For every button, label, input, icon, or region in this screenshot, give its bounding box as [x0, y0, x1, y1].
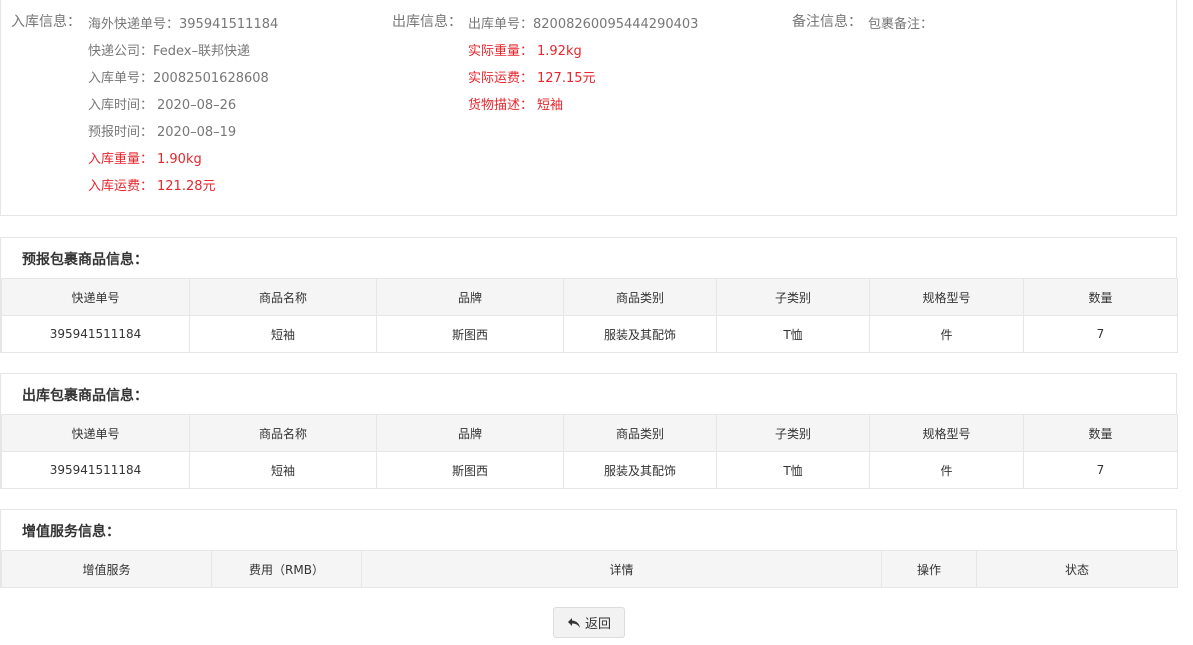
- table-cell: 短袖: [189, 451, 377, 489]
- column-header: 费用（RMB）: [211, 550, 362, 588]
- column-header: 数量: [1023, 414, 1178, 452]
- inbound-no-label: 入库单号：: [88, 71, 154, 86]
- inbound-time-label: 入库时间：: [88, 98, 154, 113]
- table-cell: 服装及其配饰: [563, 315, 717, 353]
- table-cell: 件: [869, 315, 1024, 353]
- actual-weight-value: 1.92kg: [537, 44, 582, 59]
- column-header: 商品类别: [563, 414, 717, 452]
- column-header: 增值服务: [1, 550, 212, 588]
- actual-weight-row: 实际重量： 1.92kg: [468, 40, 582, 59]
- forecast-goods-section: 预报包裹商品信息： 快递单号 商品名称 品牌 商品类别 子类别 规格型号 数量 …: [0, 237, 1178, 353]
- column-header: 数量: [1023, 278, 1178, 316]
- goods-desc-value: 短袖: [537, 98, 564, 113]
- overseas-tracking-value: 395941511184: [179, 17, 279, 32]
- value-added-title: 增值服务信息：: [22, 524, 120, 540]
- table-cell: 7: [1023, 315, 1178, 353]
- table-header-row: 快递单号 商品名称 品牌 商品类别 子类别 规格型号 数量: [1, 414, 1178, 452]
- table-cell: T恤: [716, 451, 870, 489]
- back-button[interactable]: 返回: [553, 607, 625, 638]
- value-added-section: 增值服务信息： 增值服务 费用（RMB） 详情 操作 状态: [0, 509, 1178, 588]
- column-header: 规格型号: [869, 278, 1024, 316]
- column-header: 快递单号: [1, 414, 190, 452]
- value-added-table: 增值服务 费用（RMB） 详情 操作 状态: [1, 550, 1178, 588]
- inbound-fee-label: 入库运费：: [88, 179, 154, 194]
- table-cell: 395941511184: [1, 451, 190, 489]
- column-header: 品牌: [376, 414, 564, 452]
- table-cell: 7: [1023, 451, 1178, 489]
- column-header: 子类别: [716, 278, 870, 316]
- inbound-info-title: 入库信息：: [11, 14, 81, 30]
- actual-weight-label: 实际重量：: [468, 44, 534, 59]
- table-header-row: 快递单号 商品名称 品牌 商品类别 子类别 规格型号 数量: [1, 278, 1178, 316]
- outbound-goods-title: 出库包裹商品信息：: [22, 388, 148, 404]
- inbound-fee-value: 121.28元: [157, 179, 216, 194]
- overseas-tracking-label: 海外快递单号：: [88, 17, 180, 32]
- package-remark-row: 包裹备注：: [868, 13, 933, 32]
- outbound-info-title: 出库信息：: [392, 14, 462, 30]
- column-header: 品牌: [376, 278, 564, 316]
- actual-fee-label: 实际运费：: [468, 71, 534, 86]
- forecast-time-value: 2020–08–19: [157, 125, 237, 140]
- outbound-goods-table: 快递单号 商品名称 品牌 商品类别 子类别 规格型号 数量 3959415111…: [1, 414, 1178, 489]
- forecast-time-row: 预报时间： 2020–08–19: [88, 121, 236, 140]
- reply-arrow-icon: [567, 617, 581, 629]
- inbound-no-value: 20082501628608: [153, 71, 269, 86]
- outbound-no-value: 82008260095444290403: [533, 17, 699, 32]
- inbound-time-value: 2020–08–26: [157, 98, 237, 113]
- inbound-time-row: 入库时间： 2020–08–26: [88, 94, 236, 113]
- table-cell: 斯图西: [376, 315, 564, 353]
- column-header: 详情: [361, 550, 882, 588]
- column-header: 子类别: [716, 414, 870, 452]
- back-button-label: 返回: [584, 617, 611, 632]
- package-info-panel: 入库信息： 海外快递单号：395941511184 快递公司：Fedex–联邦快…: [0, 0, 1177, 216]
- table-cell: 短袖: [189, 315, 377, 353]
- table-cell: 395941511184: [1, 315, 190, 353]
- column-header: 规格型号: [869, 414, 1024, 452]
- actual-fee-value: 127.15元: [537, 71, 596, 86]
- table-cell: 件: [869, 451, 1024, 489]
- page: 入库信息： 海外快递单号：395941511184 快递公司：Fedex–联邦快…: [0, 0, 1193, 645]
- package-remark-label: 包裹备注：: [868, 17, 934, 32]
- courier-row: 快递公司：Fedex–联邦快递: [88, 40, 250, 59]
- forecast-goods-table: 快递单号 商品名称 品牌 商品类别 子类别 规格型号 数量 3959415111…: [1, 278, 1178, 353]
- goods-desc-label: 货物描述：: [468, 98, 534, 113]
- inbound-no-row: 入库单号：20082501628608: [88, 67, 269, 86]
- inbound-weight-label: 入库重量：: [88, 152, 154, 167]
- forecast-time-label: 预报时间：: [88, 125, 154, 140]
- table-cell: 服装及其配饰: [563, 451, 717, 489]
- courier-value: Fedex–联邦快递: [153, 44, 250, 59]
- outbound-no-row: 出库单号：82008260095444290403: [468, 13, 698, 32]
- table-row: 395941511184 短袖 斯图西 服装及其配饰 T恤 件 7: [1, 315, 1178, 353]
- inbound-weight-row: 入库重量： 1.90kg: [88, 148, 202, 167]
- inbound-weight-value: 1.90kg: [157, 152, 202, 167]
- outbound-no-label: 出库单号：: [468, 17, 534, 32]
- remark-info-title: 备注信息：: [792, 14, 862, 30]
- column-header: 快递单号: [1, 278, 190, 316]
- actual-fee-row: 实际运费： 127.15元: [468, 67, 596, 86]
- column-header: 商品类别: [563, 278, 717, 316]
- overseas-tracking-row: 海外快递单号：395941511184: [88, 13, 278, 32]
- column-header: 操作: [881, 550, 977, 588]
- table-header-row: 增值服务 费用（RMB） 详情 操作 状态: [1, 550, 1178, 588]
- inbound-fee-row: 入库运费： 121.28元: [88, 175, 216, 194]
- table-cell: T恤: [716, 315, 870, 353]
- table-row: 395941511184 短袖 斯图西 服装及其配饰 T恤 件 7: [1, 451, 1178, 489]
- goods-desc-row: 货物描述： 短袖: [468, 94, 563, 113]
- outbound-goods-section: 出库包裹商品信息： 快递单号 商品名称 品牌 商品类别 子类别 规格型号 数量 …: [0, 373, 1178, 489]
- courier-label: 快递公司：: [88, 44, 154, 59]
- table-cell: 斯图西: [376, 451, 564, 489]
- column-header: 商品名称: [189, 414, 377, 452]
- column-header: 状态: [976, 550, 1178, 588]
- column-header: 商品名称: [189, 278, 377, 316]
- forecast-goods-title: 预报包裹商品信息：: [22, 252, 148, 268]
